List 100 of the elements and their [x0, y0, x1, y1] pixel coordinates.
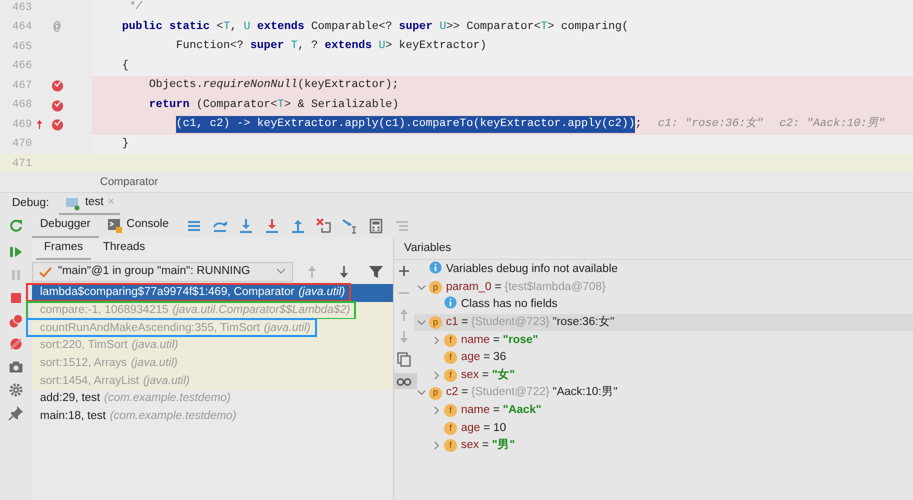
code-token: Function<?	[176, 38, 245, 54]
code-token: (Comparator<	[196, 98, 278, 113]
code-token: T	[277, 98, 284, 113]
copy-icon[interactable]	[396, 351, 412, 367]
variable-entry[interactable]: c2 = {Student@722} "Aack:10:男"	[446, 386, 618, 398]
selected-code: (c1, c2) -> keyExtractor.apply(c1).compareTo(keyExtractor.apply(c2))	[176, 116, 636, 134]
code-token: >> Comparator<	[446, 20, 541, 35]
field-icon: f	[444, 368, 457, 382]
panel-title: Variables	[404, 240, 452, 256]
chevron-down-icon	[276, 268, 286, 274]
code-token: Comparable<?	[311, 20, 394, 35]
info-icon	[429, 261, 442, 274]
stack-frame[interactable]: add:29, test (com.example.testdemo)	[32, 390, 393, 408]
code-token: ,	[230, 20, 238, 35]
variable-entry[interactable]: c1 = {Student@723} "rose:36:女"	[446, 316, 614, 328]
variable-entry[interactable]: name = "Aack"	[461, 404, 542, 416]
expand-icon[interactable]	[432, 370, 441, 380]
settings-icon[interactable]	[8, 382, 24, 398]
code-token: T	[223, 20, 230, 35]
parameter-icon: p	[429, 386, 442, 400]
stop-icon[interactable]	[8, 290, 24, 306]
variable-entry[interactable]: sex = "女"	[461, 368, 515, 381]
code-token: extends	[324, 38, 372, 54]
line-number: 469	[11, 118, 32, 132]
code-token: requireNonNull	[203, 78, 298, 94]
step-out-icon[interactable]	[290, 218, 306, 234]
thread-dropdown[interactable]: "main"@1 in group "main": RUNNING	[32, 262, 293, 282]
info-message: Class has no fields	[461, 298, 558, 310]
run-to-cursor-icon[interactable]	[342, 218, 358, 234]
line-number: 467	[11, 78, 32, 94]
collapse-icon[interactable]	[417, 282, 426, 292]
variable-entry[interactable]: sex = "男"	[461, 439, 515, 452]
step-over-icon[interactable]	[212, 218, 228, 234]
expand-icon[interactable]	[432, 441, 441, 450]
code-token: , ?	[298, 39, 319, 54]
variable-entry[interactable]: param_0 = {test$lambda@708}	[446, 280, 606, 293]
code-token: public static	[122, 20, 210, 35]
step-into-icon[interactable]	[238, 218, 254, 234]
variable-entry[interactable]: age = 36	[461, 351, 506, 364]
stack-frame[interactable]: main:18, test (com.example.testdemo)	[32, 408, 393, 426]
line-number: 470	[11, 137, 32, 152]
breakpoint-icon[interactable]	[51, 100, 63, 112]
console-icon	[106, 217, 123, 233]
info-message: Variables debug info not available	[446, 263, 618, 276]
resume-icon[interactable]	[8, 244, 24, 260]
pin-icon[interactable]	[8, 405, 24, 421]
expand-icon[interactable]	[432, 336, 441, 345]
field-icon: f	[444, 422, 457, 435]
code-token: super	[250, 39, 284, 54]
collapse-icon[interactable]	[417, 318, 426, 328]
parameter-icon: p	[429, 316, 442, 330]
expand-icon[interactable]	[432, 406, 441, 416]
code-token: U	[244, 20, 250, 35]
inline-value-hint: c2: "Aack:10:男"	[779, 116, 885, 132]
check-icon	[39, 266, 52, 278]
code-token: }	[122, 136, 129, 152]
breakpoints-icon[interactable]	[8, 313, 24, 329]
field-icon: f	[444, 334, 457, 347]
line-number: 464	[11, 20, 32, 35]
plus-icon[interactable]	[396, 263, 412, 279]
code-token: T	[290, 39, 298, 54]
code-token: U	[439, 20, 446, 35]
rerun-icon[interactable]	[8, 218, 24, 234]
code-token: > & Serializable)	[284, 98, 399, 113]
code-token: {	[122, 58, 129, 74]
mute-breakpoints-icon[interactable]	[8, 336, 24, 352]
run-tab[interactable]: test ×	[59, 192, 120, 214]
code-token: T	[540, 20, 548, 35]
breadcrumb[interactable]: Comparator	[100, 174, 158, 190]
force-step-into-icon[interactable]	[264, 218, 280, 234]
frames-tab[interactable]: Frames	[36, 238, 91, 260]
inline-value-hint: c1: "rose:36:女"	[658, 116, 764, 132]
variable-entry[interactable]: name = "rose"	[461, 334, 538, 346]
panel-label: Debug:	[12, 196, 50, 211]
variable-entry[interactable]: age = 10	[461, 422, 506, 434]
frames-tab[interactable]: Threads	[94, 238, 154, 260]
line-number: 463	[11, 0, 32, 16]
field-icon: f	[444, 439, 457, 452]
view-tab[interactable]: Console	[98, 214, 177, 238]
code-token: Objects.	[149, 78, 204, 94]
code-token: > comparing(	[548, 20, 629, 35]
field-icon: f	[444, 351, 457, 364]
field-icon: f	[444, 404, 457, 418]
calculator-icon[interactable]	[368, 218, 384, 234]
filter-icon[interactable]	[368, 264, 384, 280]
collapse-icon[interactable]	[417, 388, 426, 398]
info-icon	[444, 296, 457, 310]
line-number: 468	[11, 98, 32, 113]
code-token: ;	[635, 117, 642, 132]
camera-icon[interactable]	[8, 359, 24, 375]
code-token: */	[128, 0, 142, 16]
breakpoint-icon[interactable]	[51, 120, 63, 131]
line-number: 466	[11, 59, 32, 74]
parameter-icon: p	[429, 281, 442, 294]
line-number: 471	[11, 156, 32, 172]
code-token: > keyExtractor)	[385, 38, 487, 54]
drop-frame-icon[interactable]	[316, 218, 332, 234]
execution-point-icon[interactable]	[186, 218, 202, 234]
code-token: extends	[257, 20, 304, 35]
breakpoint-icon[interactable]	[51, 80, 63, 92]
